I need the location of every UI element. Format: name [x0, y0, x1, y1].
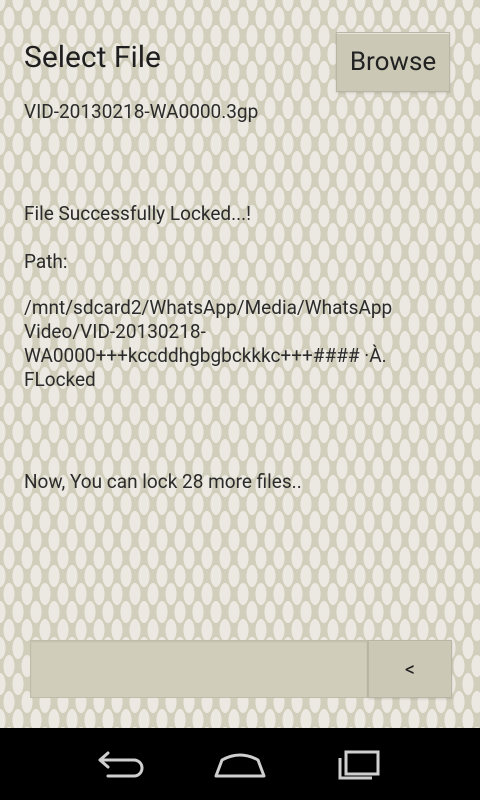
path-line: Video/VID-20130218- [24, 320, 206, 343]
system-navigation-bar [0, 728, 480, 800]
path-line: /mnt/sdcard2/WhatsApp/Media/WhatsApp [24, 296, 393, 319]
path-label: Path: [24, 250, 68, 273]
remaining-count-message: Now, You can lock 28 more files.. [24, 470, 302, 493]
back-button[interactable]: < [368, 640, 452, 698]
path-line: WA0000+++kccddhgbgbckkkc+++#### ·À. [24, 344, 387, 367]
page-title: Select File [24, 40, 161, 75]
path-line: FLocked [24, 368, 96, 391]
success-message: File Successfully Locked...! [24, 202, 252, 225]
selected-file-name: VID-20130218-WA0000.3gp [24, 100, 259, 123]
path-value: /mnt/sdcard2/WhatsApp/Media/WhatsApp Vid… [24, 296, 392, 392]
recent-apps-icon[interactable] [330, 746, 390, 782]
back-icon[interactable] [90, 746, 150, 782]
home-icon[interactable] [210, 746, 270, 782]
disabled-action-field[interactable] [30, 640, 368, 698]
browse-button[interactable]: Browse [336, 32, 450, 92]
